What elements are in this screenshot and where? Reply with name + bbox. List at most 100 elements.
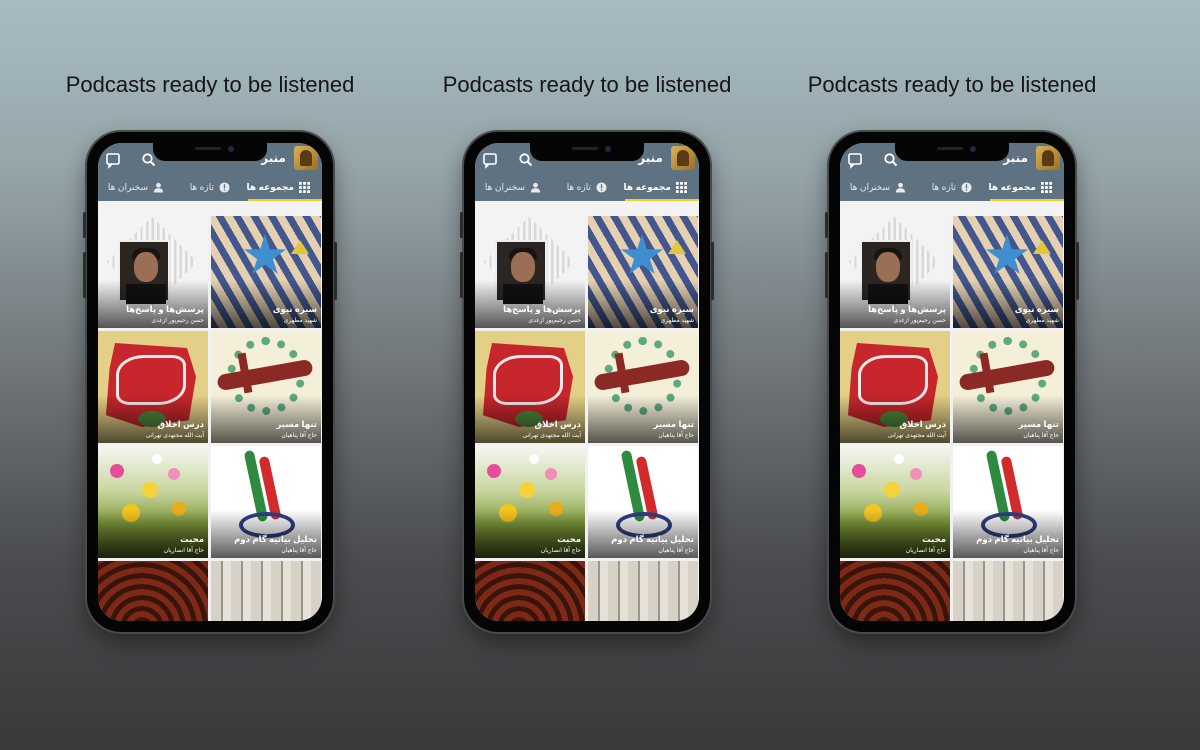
tab-new-label: تازه ها — [931, 181, 956, 192]
caption: Podcasts ready to be listened — [442, 72, 732, 97]
tile-artwork — [953, 561, 1063, 621]
collection-title: درس اخلاق — [534, 419, 581, 429]
tab-collections[interactable]: مجموعه ها — [989, 173, 1052, 201]
phone-showcase-2: Podcasts ready to be listened منبر مجموع… — [443, 0, 731, 650]
phone-frame: منبر مجموعه ها تازه ها سخنران ها سیره نب… — [83, 132, 337, 632]
collection-title: تحلیل بیانیه گام دوم — [611, 534, 694, 544]
notch — [153, 143, 267, 161]
volume-up-button — [83, 212, 86, 238]
collection-speaker: حسن رحیم‌پور ازغدی — [151, 318, 204, 324]
grid-icon — [299, 181, 310, 193]
info-icon — [596, 181, 607, 193]
collection-card[interactable]: تنها مسیر حاج آقا پناهیان — [211, 331, 321, 443]
collection-title: تنها مسیر — [276, 419, 318, 429]
volume-up-button — [460, 212, 463, 238]
collection-title: درس اخلاق — [899, 419, 946, 429]
collection-speaker: حاج آقا انصاریان — [163, 548, 204, 554]
collection-card[interactable]: پرسش‌ها و پاسخ‌ها حسن رحیم‌پور ازغدی — [98, 216, 208, 328]
collection-speaker: حاج آقا انصاریان — [540, 548, 581, 554]
collection-card[interactable] — [588, 561, 698, 621]
phone-showcase-3: Podcasts ready to be listened منبر مجموع… — [808, 0, 1096, 650]
collection-card[interactable]: محبت حاج آقا انصاریان — [475, 446, 585, 558]
tab-speakers[interactable]: سخنران ها — [108, 173, 164, 201]
phone-showcase-1: Podcasts ready to be listened منبر مجموع… — [66, 0, 354, 650]
info-icon — [961, 181, 972, 193]
tab-speakers[interactable]: سخنران ها — [485, 173, 541, 201]
volume-down-button — [83, 252, 86, 298]
collection-card[interactable]: پرسش‌ها و پاسخ‌ها حسن رحیم‌پور ازغدی — [475, 216, 585, 328]
collection-card[interactable] — [211, 561, 321, 621]
chat-icon[interactable] — [102, 149, 124, 171]
collection-title: سیره نبوی — [272, 304, 317, 314]
volume-down-button — [825, 252, 828, 298]
info-icon — [219, 181, 230, 193]
tab-new[interactable]: تازه ها — [190, 173, 230, 201]
earpiece — [937, 147, 963, 150]
collection-title: تحلیل بیانیه گام دوم — [976, 534, 1059, 544]
collection-speaker: حاج آقا پناهیان — [1023, 433, 1059, 439]
phone-frame: منبر مجموعه ها تازه ها سخنران ها سیره نب… — [825, 132, 1079, 632]
tab-collections-label: مجموعه ها — [246, 181, 294, 192]
person-icon — [530, 182, 541, 193]
tab-new[interactable]: تازه ها — [567, 173, 607, 201]
phone-frame: منبر مجموعه ها تازه ها سخنران ها سیره نب… — [460, 132, 714, 632]
collection-card[interactable] — [840, 561, 950, 621]
collection-card[interactable]: سیره نبوی شهید مطهری — [588, 216, 698, 328]
tab-new[interactable]: تازه ها — [932, 173, 972, 201]
tab-collections[interactable]: مجموعه ها — [624, 173, 687, 201]
collection-card[interactable] — [98, 561, 208, 621]
tab-collections[interactable]: مجموعه ها — [247, 173, 310, 201]
tile-artwork — [588, 561, 698, 621]
microphone-logo — [294, 146, 318, 170]
earpiece — [195, 147, 221, 150]
collection-title: تحلیل بیانیه گام دوم — [234, 534, 317, 544]
phone-screen: منبر مجموعه ها تازه ها سخنران ها سیره نب… — [475, 143, 699, 621]
front-camera — [970, 146, 976, 152]
collection-title: پرسش‌ها و پاسخ‌ها — [503, 304, 581, 314]
collection-card[interactable]: تحلیل بیانیه گام دوم حاج آقا پناهیان — [588, 446, 698, 558]
collection-card[interactable]: درس اخلاق آیت الله مجتهدی تهرانی — [475, 331, 585, 443]
volume-down-button — [460, 252, 463, 298]
collection-title: درس اخلاق — [157, 419, 204, 429]
collection-card[interactable]: پرسش‌ها و پاسخ‌ها حسن رحیم‌پور ازغدی — [840, 216, 950, 328]
front-camera — [228, 146, 234, 152]
phone-screen: منبر مجموعه ها تازه ها سخنران ها سیره نب… — [840, 143, 1064, 621]
collection-speaker: شهید مطهری — [1025, 318, 1059, 324]
collection-card[interactable]: تنها مسیر حاج آقا پناهیان — [588, 331, 698, 443]
content-top-gap — [840, 201, 1064, 215]
tab-bar: مجموعه ها تازه ها سخنران ها — [840, 173, 1064, 201]
tab-collections-label: مجموعه ها — [623, 181, 671, 192]
collection-title: تنها مسیر — [653, 419, 695, 429]
collection-speaker: آیت الله مجتهدی تهرانی — [522, 433, 581, 439]
earpiece — [572, 147, 598, 150]
collection-card[interactable] — [953, 561, 1063, 621]
collection-title: محبت — [922, 534, 946, 544]
collection-card[interactable]: درس اخلاق آیت الله مجتهدی تهرانی — [98, 331, 208, 443]
tab-bar: مجموعه ها تازه ها سخنران ها — [475, 173, 699, 201]
chat-icon[interactable] — [844, 149, 866, 171]
tab-speakers[interactable]: سخنران ها — [850, 173, 906, 201]
collection-speaker: آیت الله مجتهدی تهرانی — [145, 433, 204, 439]
collection-speaker: حاج آقا انصاریان — [905, 548, 946, 554]
collection-card[interactable]: درس اخلاق آیت الله مجتهدی تهرانی — [840, 331, 950, 443]
collection-card[interactable]: تحلیل بیانیه گام دوم حاج آقا پناهیان — [953, 446, 1063, 558]
collection-card[interactable]: تحلیل بیانیه گام دوم حاج آقا پناهیان — [211, 446, 321, 558]
collection-card[interactable]: محبت حاج آقا انصاریان — [98, 446, 208, 558]
collection-card[interactable]: سیره نبوی شهید مطهری — [211, 216, 321, 328]
notch — [895, 143, 1009, 161]
collection-speaker: حسن رحیم‌پور ازغدی — [893, 318, 946, 324]
tile-artwork — [475, 561, 585, 621]
collection-card[interactable]: تنها مسیر حاج آقا پناهیان — [953, 331, 1063, 443]
collection-card[interactable] — [475, 561, 585, 621]
volume-up-button — [825, 212, 828, 238]
person-icon — [895, 182, 906, 193]
collection-card[interactable]: سیره نبوی شهید مطهری — [953, 216, 1063, 328]
power-button — [334, 242, 337, 300]
collection-speaker: حاج آقا پناهیان — [281, 548, 317, 554]
collection-speaker: حاج آقا پناهیان — [658, 548, 694, 554]
tab-new-label: تازه ها — [566, 181, 591, 192]
collection-card[interactable]: محبت حاج آقا انصاریان — [840, 446, 950, 558]
tab-new-label: تازه ها — [189, 181, 214, 192]
chat-icon[interactable] — [479, 149, 501, 171]
grid-icon — [1041, 181, 1052, 193]
